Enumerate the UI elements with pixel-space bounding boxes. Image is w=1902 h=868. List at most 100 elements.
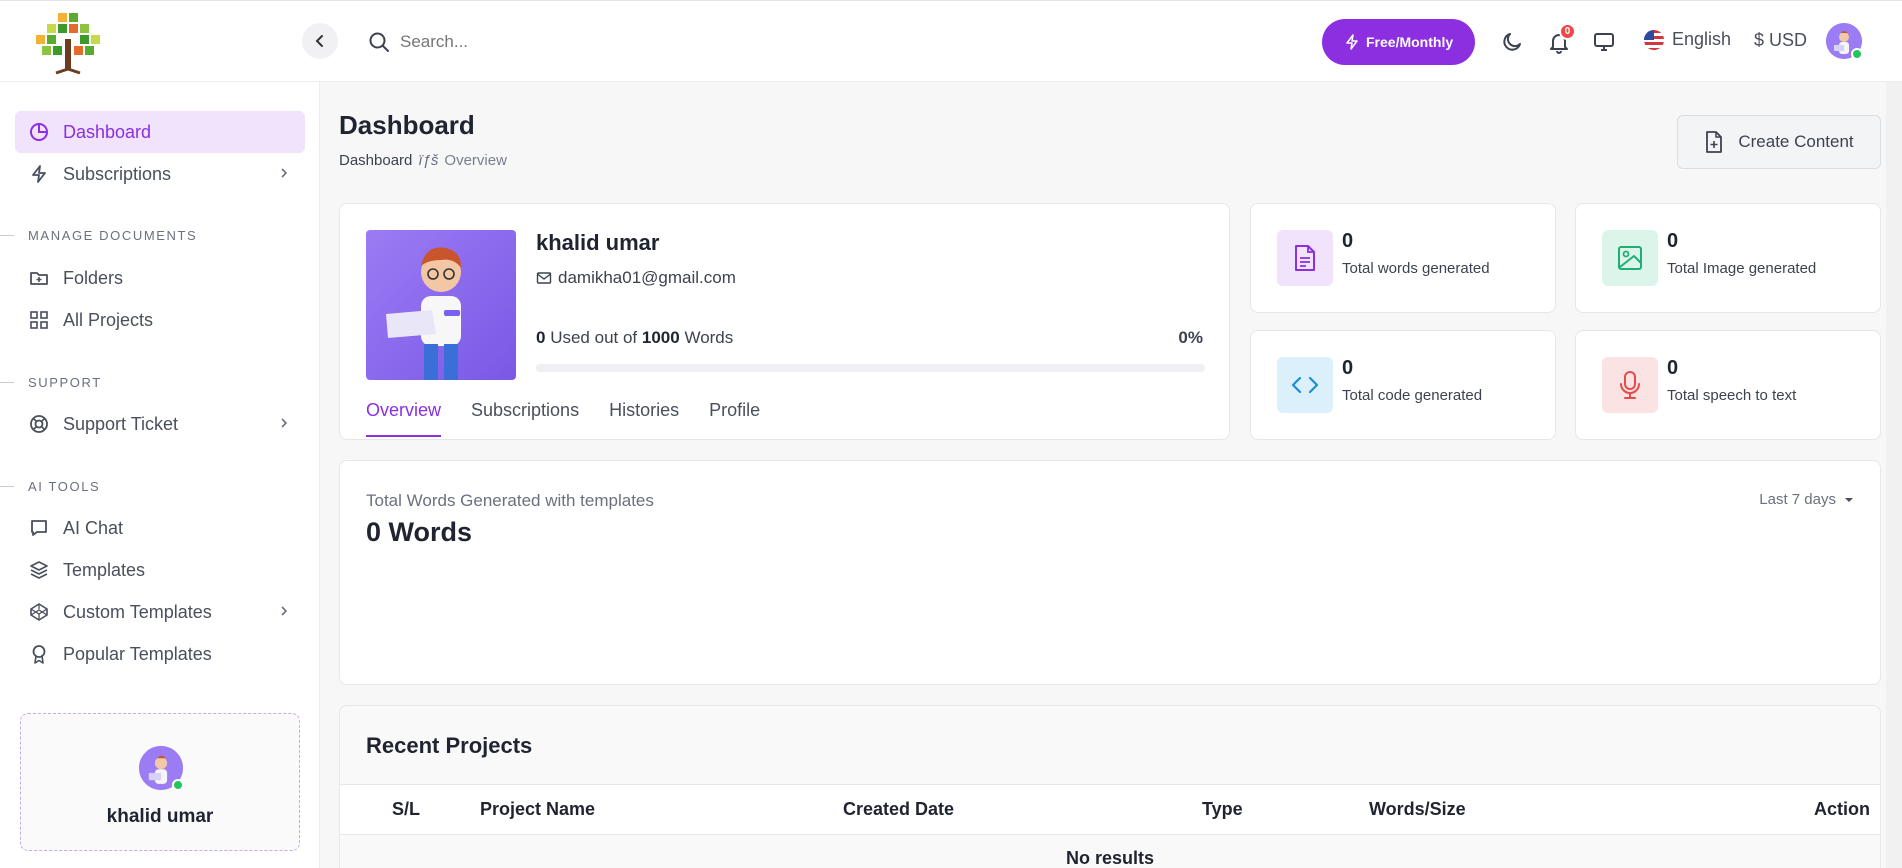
tab-profile[interactable]: Profile <box>709 400 760 437</box>
grid-icon <box>30 311 48 329</box>
column-header[interactable]: Words/Size <box>1369 799 1466 820</box>
profile-email: damikha01@gmail.com <box>536 268 736 288</box>
stat-value: 0 <box>1667 230 1679 252</box>
sidebar-item-label: Support Ticket <box>63 413 179 434</box>
user-avatar[interactable] <box>1826 23 1863 60</box>
section-label-manage-documents: MANAGE DOCUMENTS <box>0 228 197 243</box>
sidebar-item-popular-templates[interactable]: Popular Templates <box>15 633 305 675</box>
projects-table: S/L Project Name Created Date Type Words… <box>340 784 1880 868</box>
language-selector[interactable]: English <box>1644 29 1731 50</box>
empty-state: No results <box>1065 848 1155 868</box>
recent-projects-title: Recent Projects <box>366 733 533 758</box>
stat-label: Total speech to text <box>1667 387 1797 404</box>
lightning-icon <box>32 165 46 183</box>
create-content-label: Create Content <box>1738 132 1854 151</box>
moon-icon <box>1503 33 1521 51</box>
sidebar-collapse-button[interactable] <box>302 23 338 59</box>
avatar <box>139 746 184 791</box>
logo[interactable] <box>28 9 108 75</box>
dark-mode-toggle[interactable] <box>1497 27 1527 57</box>
stat-value: 0 <box>1667 357 1679 379</box>
file-plus-icon <box>1706 131 1723 153</box>
avatar-illustration <box>386 247 462 380</box>
profile-name: khalid umar <box>536 230 660 255</box>
date-range-label: Last 7 days <box>1759 491 1836 508</box>
sidebar-item-all-projects[interactable]: All Projects <box>15 299 305 341</box>
stat-label: Total code generated <box>1342 387 1483 404</box>
sidebar-item-ai-chat[interactable]: AI Chat <box>15 507 305 549</box>
create-content-button[interactable]: Create Content <box>1677 115 1881 169</box>
breadcrumb-root[interactable]: Dashboard <box>339 152 412 169</box>
sidebar-item-templates[interactable]: Templates <box>15 549 305 591</box>
sidebar-item-custom-templates[interactable]: Custom Templates <box>15 591 305 633</box>
column-header[interactable]: Project Name <box>480 799 595 820</box>
currency-selector[interactable]: $ USD <box>1754 30 1807 51</box>
profile-email-text: damikha01@gmail.com <box>558 268 736 287</box>
tab-overview[interactable]: Overview <box>366 400 442 437</box>
sidebar-item-label: Dashboard <box>63 121 152 142</box>
section-label-ai-tools: AI TOOLS <box>0 479 100 494</box>
breadcrumb-separator: ïƒš <box>418 152 439 169</box>
display-button[interactable] <box>1589 27 1619 57</box>
tab-histories[interactable]: Histories <box>609 400 679 437</box>
us-flag-icon <box>1644 29 1664 50</box>
document-icon <box>1277 230 1333 286</box>
layers-icon <box>30 561 48 579</box>
codepen-icon <box>30 603 48 621</box>
lifebuoy-icon <box>30 415 48 433</box>
breadcrumb: Dashboard ïƒš Overview <box>339 152 507 169</box>
language-label: English <box>1672 29 1732 49</box>
stat-card-code: 0 Total code generated <box>1250 330 1556 440</box>
notifications-button[interactable]: 0 <box>1544 23 1576 57</box>
folder-plus-icon <box>30 272 48 285</box>
plan-button[interactable]: Free/Monthly <box>1322 19 1476 65</box>
sidebar-item-folders[interactable]: Folders <box>15 257 305 299</box>
profile-tabs: Overview Subscriptions Histories Profile <box>366 400 760 437</box>
lightning-icon <box>1346 34 1358 50</box>
column-header[interactable]: Created Date <box>843 799 954 820</box>
page-scrollbar[interactable] <box>1886 82 1902 868</box>
tab-subscriptions[interactable]: Subscriptions <box>471 400 579 437</box>
sidebar-user-card[interactable]: khalid umar <box>20 713 300 851</box>
search-bar <box>368 27 700 57</box>
image-icon <box>1602 230 1658 286</box>
sidebar-user-name: khalid umar <box>106 806 214 827</box>
date-range-dropdown[interactable]: Last 7 days <box>1759 491 1854 508</box>
breadcrumb-current: Overview <box>444 152 507 169</box>
stat-label: Total words generated <box>1342 260 1490 277</box>
page-title: Dashboard <box>339 110 475 140</box>
sidebar: Dashboard Subscriptions MANAGE DOCUMENTS… <box>0 82 320 868</box>
notification-badge: 0 <box>1559 23 1576 40</box>
used-text: Used out of <box>550 328 638 347</box>
sidebar-item-support-ticket[interactable]: Support Ticket <box>15 403 305 445</box>
caret-down-icon <box>1845 497 1853 502</box>
sidebar-item-label: Custom Templates <box>63 601 212 622</box>
chevron-left-icon <box>315 35 323 47</box>
usage-percent: 0% <box>1178 328 1203 347</box>
award-icon <box>32 645 46 664</box>
usage-progress-bar <box>536 364 1205 372</box>
stat-label: Total Image generated <box>1667 260 1817 277</box>
stat-card-words: 0 Total words generated <box>1250 203 1556 313</box>
column-header[interactable]: Type <box>1202 799 1243 820</box>
search-icon <box>369 32 389 52</box>
monitor-icon <box>1594 33 1614 51</box>
sidebar-item-label: Subscriptions <box>63 163 172 184</box>
words-generated-label: Total Words Generated with templates <box>366 491 654 510</box>
column-header[interactable]: S/L <box>392 799 420 820</box>
code-icon <box>1277 357 1333 413</box>
words-generated-value: 0 Words <box>366 517 473 547</box>
column-header[interactable]: Action <box>1814 799 1870 820</box>
mail-icon <box>536 272 552 284</box>
search-input[interactable] <box>400 32 700 52</box>
used-count: 0 <box>536 328 546 347</box>
sidebar-item-dashboard[interactable]: Dashboard <box>15 111 305 153</box>
sidebar-item-subscriptions[interactable]: Subscriptions <box>15 153 305 195</box>
sidebar-item-label: AI Chat <box>63 517 124 538</box>
sidebar-item-label: Templates <box>63 559 146 580</box>
section-label-support: SUPPORT <box>0 375 102 390</box>
stat-value: 0 <box>1342 357 1354 379</box>
top-bar: Free/Monthly 0 English $ USD <box>0 0 1902 82</box>
profile-image <box>366 230 516 380</box>
recent-projects-card: Recent Projects S/L Project Name Created… <box>339 705 1881 868</box>
